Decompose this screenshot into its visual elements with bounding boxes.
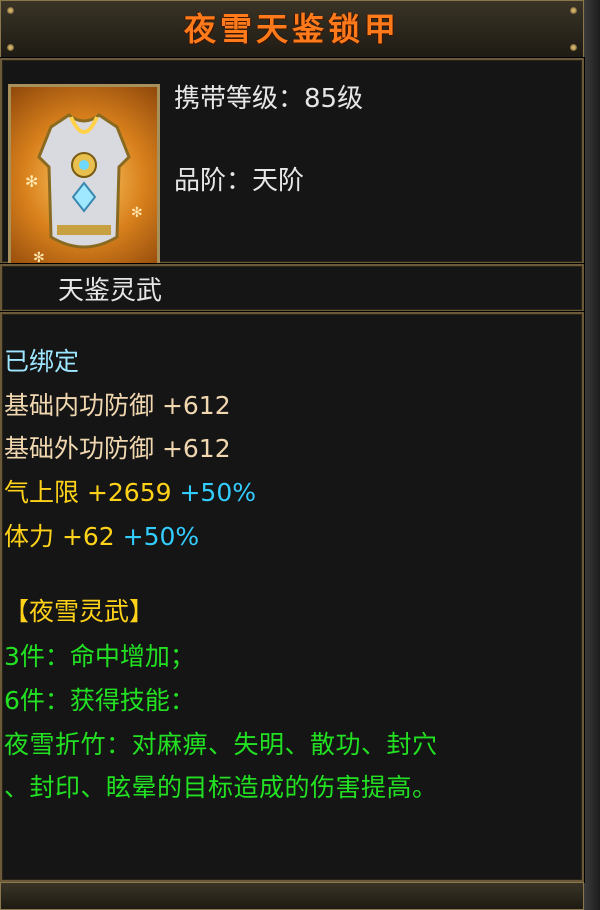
bottom-bar [0, 882, 584, 910]
set-name: 【夜雪灵武】 [4, 597, 155, 626]
set-bonus-3: 3件：命中增加； [4, 642, 195, 671]
stamina-attribute: 体力 +62 +50% [4, 517, 199, 553]
skill-line-1: 夜雪折竹：对麻痹、失明、散功、封穴 [4, 730, 438, 759]
stamina-bonus: +50% [122, 522, 200, 551]
armor-chestplate-graphic: ✻ ✻ ✻ [25, 113, 143, 266]
section-name: 天鉴灵武 [58, 276, 163, 306]
skill-line-2: 、封印、眩晕的目标造成的伤害提高。 [4, 773, 438, 802]
inner-defense: 基础内功防御 +612 [4, 391, 231, 420]
set-bonus-6: 6件：获得技能： [4, 686, 195, 715]
carry-level: 携带等级：85级 [174, 84, 364, 114]
outer-defense: 基础外功防御 +612 [4, 434, 231, 463]
stamina-label: 体力 +62 [4, 522, 115, 551]
qi-label: 气上限 +2659 [4, 478, 172, 507]
bound-status: 已绑定 [4, 347, 80, 376]
item-grade: 品阶：天阶 [174, 166, 305, 196]
qi-bonus: +50% [179, 478, 256, 507]
item-name: 夜雪天鉴锁甲 [183, 10, 400, 48]
window-edge [584, 0, 600, 910]
svg-text:✻: ✻ [25, 172, 38, 191]
qi-attribute: 气上限 +2659 +50% [4, 473, 256, 509]
svg-text:✻: ✻ [131, 205, 143, 221]
